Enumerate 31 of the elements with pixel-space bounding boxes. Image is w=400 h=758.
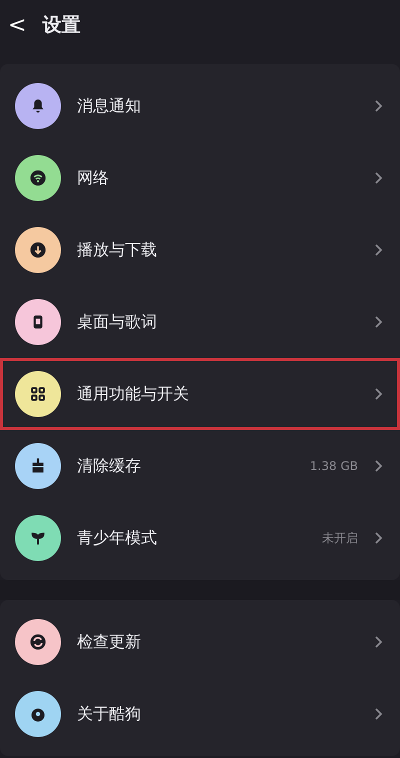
setting-label: 关于酷狗	[77, 704, 142, 724]
setting-label: 检查更新	[77, 632, 142, 652]
chevron-icon	[374, 387, 383, 401]
chevron-icon	[374, 707, 383, 721]
settings-row[interactable]: 网络	[0, 142, 400, 214]
setting-label: 播放与下载	[77, 240, 158, 260]
setting-value: 1.38 GB	[310, 459, 358, 473]
setting-value: 未开启	[322, 530, 358, 546]
setting-label: 网络	[77, 168, 110, 188]
chevron-icon	[374, 243, 383, 257]
setting-label: 青少年模式	[77, 528, 158, 548]
settings-row[interactable]: 关于酷狗	[0, 678, 400, 750]
settings-row[interactable]: 桌面与歌词	[0, 286, 400, 358]
settings-row[interactable]: 通用功能与开关	[0, 358, 400, 430]
setting-label: 通用功能与开关	[77, 384, 190, 404]
settings-row[interactable]: 消息通知	[0, 70, 400, 142]
chevron-icon	[374, 531, 383, 545]
settings-row[interactable]: 检查更新	[0, 606, 400, 678]
setting-label: 清除缓存	[77, 456, 142, 476]
back-button[interactable]: <	[6, 12, 28, 38]
settings-row[interactable]: 播放与下载	[0, 214, 400, 286]
chevron-icon	[374, 635, 383, 649]
chevron-icon	[374, 99, 383, 113]
chevron-icon	[374, 459, 383, 473]
chevron-icon	[374, 171, 383, 185]
page-title: 设置	[42, 13, 80, 38]
settings-row[interactable]: 清除缓存 1.38 GB	[0, 430, 400, 502]
setting-label: 消息通知	[77, 96, 142, 116]
setting-label: 桌面与歌词	[77, 312, 158, 332]
chevron-icon	[374, 315, 383, 329]
settings-row[interactable]: 青少年模式 未开启	[0, 502, 400, 574]
